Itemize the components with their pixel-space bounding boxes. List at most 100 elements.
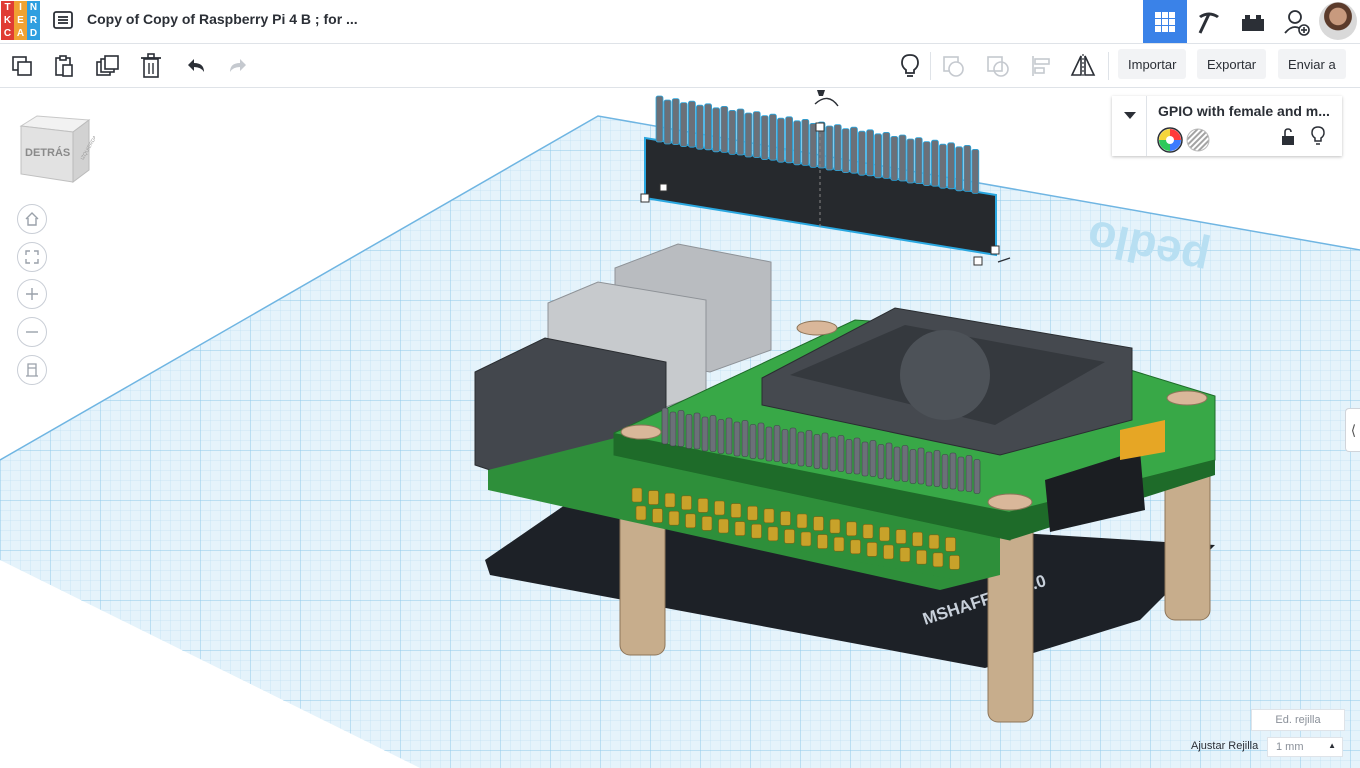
gpio-pin xyxy=(663,99,672,145)
hat-pin xyxy=(853,437,861,475)
gpio-pin xyxy=(939,143,947,189)
send-to-button[interactable]: Enviar a xyxy=(1278,49,1346,79)
fit-view-button[interactable] xyxy=(17,242,47,272)
gpio-pin xyxy=(858,130,866,176)
view-cube[interactable]: DETRÁS IZQUIERDA xyxy=(15,112,95,190)
gpio-pin xyxy=(752,111,761,158)
ungroup-icon[interactable] xyxy=(984,52,1012,80)
hat-pin xyxy=(861,441,869,477)
redo-icon[interactable] xyxy=(224,52,252,80)
zoom-in-button[interactable] xyxy=(17,279,47,309)
caret-up-icon: ▲ xyxy=(1328,741,1336,750)
shape-name[interactable]: GPIO with female and m... xyxy=(1158,103,1330,119)
visibility-bulb-icon[interactable] xyxy=(1310,126,1326,146)
copy-icon[interactable] xyxy=(8,52,36,80)
gold-pin xyxy=(664,492,676,508)
gold-pin xyxy=(796,513,808,529)
document-title[interactable]: Copy of Copy of Raspberry Pi 4 B ; for .… xyxy=(87,11,358,27)
grid-icon[interactable] xyxy=(1143,0,1187,43)
hat-pin xyxy=(933,450,941,487)
toolbar-divider xyxy=(1108,52,1109,80)
add-user-icon[interactable] xyxy=(1275,0,1319,43)
light-bulb-icon[interactable] xyxy=(896,52,924,80)
duplicate-icon[interactable] xyxy=(94,52,122,80)
bricks-icon[interactable] xyxy=(1231,0,1275,43)
tinkercad-logo[interactable]: TINKERCAD xyxy=(1,1,41,41)
collapse-panel-icon[interactable] xyxy=(1122,110,1138,120)
undo-icon[interactable] xyxy=(182,52,210,80)
snap-grid-label: Ajustar Rejilla xyxy=(1191,740,1259,752)
panel-divider xyxy=(1146,96,1147,156)
gold-pin xyxy=(681,495,692,511)
zoom-in-icon xyxy=(26,288,38,300)
logo-letter: D xyxy=(27,27,40,40)
hat-pin xyxy=(765,426,773,462)
gold-pin xyxy=(846,521,857,537)
gold-pin xyxy=(701,516,713,531)
shape-inspector: GPIO with female and m... xyxy=(1112,96,1342,156)
group-icon[interactable] xyxy=(940,52,968,80)
lift-handle-icon xyxy=(817,90,825,96)
gpio-pin xyxy=(898,134,907,182)
hat-pin xyxy=(901,445,909,482)
hat-pin xyxy=(949,452,957,490)
hat-pin xyxy=(733,421,741,457)
gold-pin xyxy=(648,490,659,505)
hat-pin xyxy=(685,414,693,449)
snap-grid-value: 1 mm xyxy=(1276,741,1304,753)
gold-pin xyxy=(730,503,742,518)
avatar[interactable] xyxy=(1319,2,1357,40)
hat-pin xyxy=(973,459,981,494)
gold-pin xyxy=(767,526,779,542)
hat-pin xyxy=(677,410,685,447)
home-view-button[interactable] xyxy=(17,204,47,234)
gold-pin xyxy=(829,518,841,534)
hat-pin xyxy=(917,447,925,485)
solid-color-swatch[interactable] xyxy=(1156,126,1184,154)
align-icon[interactable] xyxy=(1027,52,1055,80)
side-panel-toggle[interactable]: ⟨ xyxy=(1345,408,1360,452)
ortho-icon xyxy=(26,363,38,377)
gold-pin xyxy=(780,511,791,526)
hat-pin xyxy=(885,442,893,480)
gold-pin xyxy=(813,516,824,531)
hat-pin xyxy=(845,439,853,474)
gpio-pin xyxy=(906,138,915,184)
gold-pin xyxy=(631,487,643,503)
paste-icon[interactable] xyxy=(50,52,78,80)
gpio-pin xyxy=(688,100,696,148)
logo-letter: K xyxy=(1,14,14,27)
gpio-pin xyxy=(655,95,664,143)
gold-pin xyxy=(668,510,680,526)
3d-viewport[interactable]: pedlo MSHAFFIQ V1.0 DETRÁS IZQUIERDA xyxy=(0,88,1360,768)
logo-letter: C xyxy=(1,27,14,40)
hat-pin xyxy=(893,446,901,482)
gold-pin xyxy=(817,534,828,549)
gpio-pin xyxy=(874,133,882,179)
gpio-pin xyxy=(890,135,899,181)
chevron-left-icon: ⟨ xyxy=(1350,421,1357,438)
document-list-icon[interactable] xyxy=(52,9,74,31)
gold-pin xyxy=(718,518,729,534)
pickaxe-icon[interactable] xyxy=(1187,0,1231,43)
delete-icon[interactable] xyxy=(137,52,165,80)
workplane-scene[interactable]: pedlo MSHAFFIQ V1.0 xyxy=(0,88,1360,768)
gpio-pin xyxy=(914,137,923,185)
gpio-pin xyxy=(785,116,793,164)
hat-pin xyxy=(725,417,733,455)
hole-swatch[interactable] xyxy=(1186,128,1210,152)
ortho-view-button[interactable] xyxy=(17,355,47,385)
hat-pin xyxy=(957,456,965,492)
gpio-pin xyxy=(825,125,834,171)
import-button[interactable]: Importar xyxy=(1118,49,1187,79)
snap-grid-select[interactable]: 1 mm ▲ xyxy=(1267,737,1343,757)
gpio-pin xyxy=(922,141,931,187)
lock-icon[interactable] xyxy=(1280,128,1296,146)
zoom-out-button[interactable] xyxy=(17,317,47,347)
edit-grid-button[interactable]: Ed. rejilla xyxy=(1251,709,1345,731)
mirror-icon[interactable] xyxy=(1069,52,1097,80)
hat-pin xyxy=(813,434,821,469)
hat-pin xyxy=(757,422,765,460)
export-button[interactable]: Exportar xyxy=(1197,49,1267,79)
gold-pin xyxy=(928,534,940,550)
